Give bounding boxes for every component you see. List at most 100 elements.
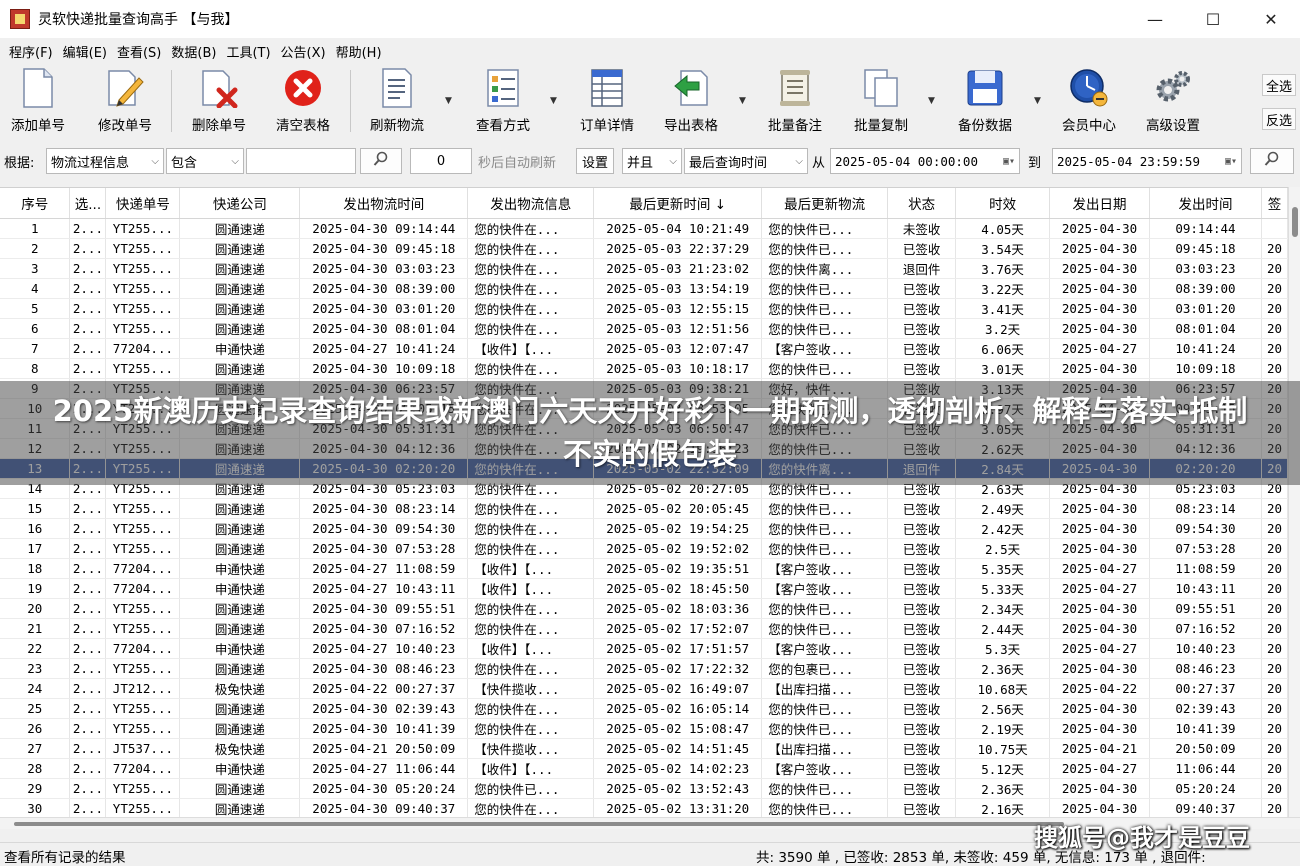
time-search-button[interactable]	[1250, 148, 1294, 174]
refresh-interval-input[interactable]: 0	[410, 148, 472, 174]
table-row[interactable]: 5 2... YT255... 圆通速递 2025-04-30 03:01:20 您的快件…	[0, 298, 1288, 319]
invert-selection-button[interactable]: 反选	[1262, 108, 1296, 130]
table-row[interactable]: 7 2... 77204... 申通快递 2025-04-27 10:41:24 【收件】…	[0, 338, 1288, 359]
view-mode-button[interactable]: 查看方式	[470, 66, 536, 136]
scroll-thumb[interactable]	[1292, 207, 1298, 237]
table-cell: 2025-05-02 19:52:02	[593, 538, 763, 559]
minimize-button[interactable]: —	[1126, 0, 1184, 38]
menu-tools[interactable]: 工具(T)	[221, 42, 275, 61]
table-row[interactable]: 19 2... 77204... 申通快递 2025-04-27 10:43:11 【收件…	[0, 578, 1288, 599]
table-row[interactable]: 6 2... YT255... 圆通速递 2025-04-30 08:01:04 您的快件…	[0, 318, 1288, 339]
advanced-settings-button[interactable]: 高级设置	[1140, 66, 1206, 136]
refresh-dropdown-icon[interactable]: ▼	[445, 96, 452, 106]
table-row[interactable]: 30 2... YT255... 圆通速递 2025-04-30 09:40:37 您的快…	[0, 798, 1288, 817]
filter-keyword-input[interactable]	[246, 148, 356, 174]
member-center-button[interactable]: 会员中心	[1056, 66, 1122, 136]
delete-order-button[interactable]: 删除单号	[186, 66, 252, 136]
export-dropdown-icon[interactable]: ▼	[739, 96, 746, 106]
table-cell: 已签收	[887, 298, 957, 319]
document-icon	[18, 66, 58, 110]
export-table-button[interactable]: 导出表格	[658, 66, 724, 136]
maximize-button[interactable]: ☐	[1184, 0, 1242, 38]
copy-dropdown-icon[interactable]: ▼	[928, 96, 935, 106]
column-header[interactable]: 发出物流信息	[467, 188, 595, 219]
column-header[interactable]: 序号	[0, 188, 71, 219]
chevron-down-icon: ⌵	[151, 155, 159, 167]
settings-button[interactable]: 设置	[576, 148, 614, 174]
table-cell: YT255...	[105, 218, 181, 239]
menu-data[interactable]: 数据(B)	[166, 42, 221, 61]
table-row[interactable]: 26 2... YT255... 圆通速递 2025-04-30 10:41:39 您的快…	[0, 718, 1288, 739]
table-row[interactable]: 28 2... 77204... 申通快递 2025-04-27 11:06:44 【收件…	[0, 758, 1288, 779]
logic-select[interactable]: 并且 ⌵	[622, 148, 682, 174]
checklist-icon	[483, 66, 523, 110]
title-bar[interactable]: 灵软快递批量查询高手 【与我】 — ☐ ✕	[0, 0, 1300, 38]
select-all-button[interactable]: 全选	[1262, 74, 1296, 96]
column-header[interactable]: 最后更新时间 ↓	[593, 188, 763, 219]
column-header[interactable]: 发出日期	[1049, 188, 1151, 219]
filter-operator-select[interactable]: 包含 ⌵	[166, 148, 244, 174]
table-cell: YT255...	[105, 778, 181, 799]
table-cell: YT255...	[105, 258, 181, 279]
time-field-select[interactable]: 最后查询时间 ⌵	[684, 148, 808, 174]
filter-field-select[interactable]: 物流过程信息 ⌵	[46, 148, 164, 174]
table-row[interactable]: 24 2... JT212... 极兔快递 2025-04-22 00:27:37 【快件…	[0, 678, 1288, 699]
column-header[interactable]: 时效	[955, 188, 1051, 219]
table-row[interactable]: 22 2... 77204... 申通快递 2025-04-27 10:40:23 【收件…	[0, 638, 1288, 659]
table-row[interactable]: 2 2... YT255... 圆通速递 2025-04-30 09:45:18 您的快件…	[0, 238, 1288, 259]
table-row[interactable]: 4 2... YT255... 圆通速递 2025-04-30 08:39:00 您的快件…	[0, 278, 1288, 299]
batch-note-button[interactable]: 批量备注	[762, 66, 828, 136]
table-cell: 您的快件已...	[761, 778, 889, 799]
filter-search-button[interactable]	[360, 148, 402, 174]
table-cell: 2...	[69, 358, 107, 379]
column-header[interactable]: 状态	[887, 188, 957, 219]
backup-dropdown-icon[interactable]: ▼	[1034, 96, 1041, 106]
table-cell: 退回件	[887, 258, 957, 279]
scroll-thumb[interactable]	[14, 822, 1064, 826]
table-cell: 2025-04-30 09:14:44	[299, 218, 469, 239]
clear-table-button[interactable]: 清空表格	[270, 66, 336, 136]
table-cell: 27	[0, 738, 71, 759]
view-mode-dropdown-icon[interactable]: ▼	[550, 96, 557, 106]
table-row[interactable]: 8 2... YT255... 圆通速递 2025-04-30 10:09:18 您的快件…	[0, 358, 1288, 379]
column-header[interactable]: 选...	[69, 188, 107, 219]
column-header[interactable]: 最后更新物流	[761, 188, 889, 219]
table-row[interactable]: 1 2... YT255... 圆通速递 2025-04-30 09:14:44 您的快件…	[0, 218, 1288, 239]
table-cell: 圆通速递	[179, 518, 301, 539]
edit-order-button[interactable]: 修改单号	[92, 66, 158, 136]
table-row[interactable]: 18 2... 77204... 申通快递 2025-04-27 11:08:59 【收件…	[0, 558, 1288, 579]
order-detail-button[interactable]: 订单详情	[574, 66, 640, 136]
menu-bar: 程序(F) 编辑(E) 查看(S) 数据(B) 工具(T) 公告(X) 帮助(H…	[0, 40, 1300, 62]
menu-notice[interactable]: 公告(X)	[276, 42, 331, 61]
close-button[interactable]: ✕	[1242, 0, 1300, 38]
table-row[interactable]: 3 2... YT255... 圆通速递 2025-04-30 03:03:23 您的快件…	[0, 258, 1288, 279]
table-row[interactable]: 25 2... YT255... 圆通速递 2025-04-30 02:39:43 您的快…	[0, 698, 1288, 719]
table-row[interactable]: 17 2... YT255... 圆通速递 2025-04-30 07:53:28 您的快…	[0, 538, 1288, 559]
table-cell: 您的快件在...	[467, 218, 595, 239]
vertical-scrollbar[interactable]	[1288, 187, 1300, 817]
table-cell: 您的快件已...	[761, 618, 889, 639]
table-row[interactable]: 27 2... JT537... 极兔快递 2025-04-21 20:50:09 【快件…	[0, 738, 1288, 759]
column-header[interactable]: 快递单号	[105, 188, 181, 219]
column-header[interactable]: 快递公司	[179, 188, 301, 219]
table-cell: 2025-04-30	[1049, 618, 1151, 639]
table-row[interactable]: 21 2... YT255... 圆通速递 2025-04-30 07:16:52 您的快…	[0, 618, 1288, 639]
backup-data-button[interactable]: 备份数据	[952, 66, 1018, 136]
table-row[interactable]: 20 2... YT255... 圆通速递 2025-04-30 09:55:51 您的快…	[0, 598, 1288, 619]
table-row[interactable]: 16 2... YT255... 圆通速递 2025-04-30 09:54:30 您的快…	[0, 518, 1288, 539]
table-row[interactable]: 29 2... YT255... 圆通速递 2025-04-30 05:20:24 您的快…	[0, 778, 1288, 799]
table-row[interactable]: 15 2... YT255... 圆通速递 2025-04-30 08:23:14 您的快…	[0, 498, 1288, 519]
column-header[interactable]: 签	[1261, 188, 1288, 219]
menu-program[interactable]: 程序(F)	[4, 42, 58, 61]
menu-edit[interactable]: 编辑(E)	[58, 42, 112, 61]
column-header[interactable]: 发出物流时间	[299, 188, 469, 219]
add-order-button[interactable]: 添加单号	[6, 66, 70, 136]
from-datetime-picker[interactable]: 2025-05-04 00:00:00 ▣▾	[830, 148, 1020, 174]
batch-copy-button[interactable]: 批量复制	[848, 66, 914, 136]
menu-help[interactable]: 帮助(H)	[331, 42, 387, 61]
column-header[interactable]: 发出时间	[1149, 188, 1262, 219]
to-datetime-picker[interactable]: 2025-05-04 23:59:59 ▣▾	[1052, 148, 1242, 174]
refresh-logistics-button[interactable]: 刷新物流	[364, 66, 430, 136]
table-row[interactable]: 23 2... YT255... 圆通速递 2025-04-30 08:46:23 您的快…	[0, 658, 1288, 679]
menu-view[interactable]: 查看(S)	[112, 42, 166, 61]
